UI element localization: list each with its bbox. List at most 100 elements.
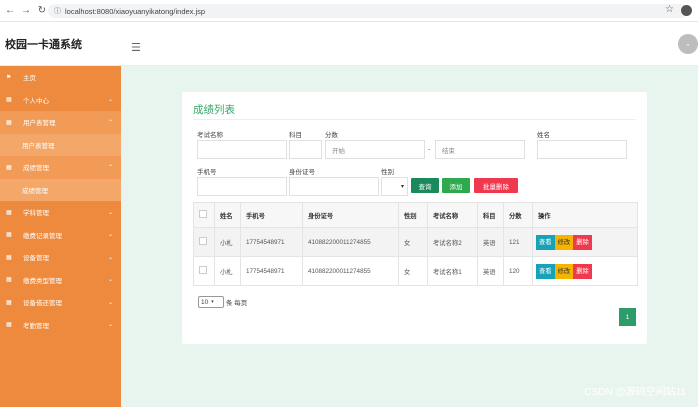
sidebar-item-users[interactable]: ▦ 用户表管理 ⌃ [0, 111, 121, 134]
row-select-cell[interactable] [193, 256, 215, 286]
sidebar-item-payments[interactable]: ▦ 缴费记录管理 ⌄ [0, 224, 121, 247]
cell-gender: 女 [398, 227, 428, 257]
chevron-down-icon: ▾ [211, 299, 214, 305]
score-list-card: 成绩列表 考试名称 科目 分数 开始 - 结束 姓名 手机号 身份证号 性别 ▾… [182, 92, 647, 344]
profile-icon[interactable] [681, 5, 692, 16]
sidebar-item-attendance[interactable]: ▦ 考勤管理 ⌄ [0, 314, 121, 337]
grid-icon: ▦ [6, 209, 12, 216]
sidebar-item-label: 缴费类型管理 [23, 277, 62, 285]
page-size-suffix: 条 每页 [226, 300, 248, 307]
flag-icon: ⚑ [6, 74, 12, 81]
sidebar-item-label: 设备管理 [23, 255, 49, 263]
table-row: 小札 17754548971 410882200011274855 女 考试名称… [193, 256, 638, 286]
title-divider [193, 119, 636, 120]
cell-gender: 女 [398, 256, 428, 286]
score-start-input[interactable]: 开始 [325, 140, 425, 159]
query-button[interactable]: 查询 [411, 178, 439, 193]
name-label: 姓名 [537, 132, 550, 139]
score-table: 姓名 手机号 身份证号 性别 考试名称 科目 分数 操作 小札 17754548… [193, 202, 638, 286]
cell-actions: 查看 修改 删除 [532, 256, 638, 286]
column-header: 姓名 [214, 202, 241, 228]
score-range-separator: - [428, 146, 431, 153]
sidebar-item-device-loans[interactable]: ▦ 设备借还管理 ⌄ [0, 291, 121, 314]
gender-select[interactable]: ▾ [381, 177, 408, 196]
phone-input[interactable] [197, 177, 287, 196]
column-header: 分数 [503, 202, 533, 228]
sidebar-subitem-users[interactable]: 用户表管理 [0, 133, 121, 156]
sidebar-item-personal[interactable]: ▦ 个人中心 ⌄ [0, 89, 121, 112]
subject-input[interactable] [289, 140, 322, 159]
row-select-cell[interactable] [193, 227, 215, 257]
page-button-current[interactable]: 1 [619, 308, 636, 326]
sidebar-item-payment-types[interactable]: ▦ 缴费类型管理 ⌄ [0, 269, 121, 292]
chevron-down-icon: ⌄ [107, 254, 113, 261]
cell-phone: 17754548971 [240, 227, 303, 257]
table-header-row: 姓名 手机号 身份证号 性别 考试名称 科目 分数 操作 [193, 202, 638, 228]
page-size-select[interactable]: 10 ▾ [198, 296, 224, 308]
main-content: 成绩列表 考试名称 科目 分数 开始 - 结束 姓名 手机号 身份证号 性别 ▾… [121, 66, 698, 407]
column-header: 科目 [477, 202, 504, 228]
forward-icon[interactable]: → [20, 5, 32, 17]
score-start-placeholder: 开始 [332, 147, 345, 155]
url-text: localhost:8080/xiaoyuanyikatong/index.js… [65, 6, 206, 16]
sidebar-item-label: 缴费记录管理 [23, 232, 62, 240]
cell-idcard: 410882200011274855 [302, 256, 399, 286]
column-header: 操作 [532, 202, 638, 228]
view-button[interactable]: 查看 [536, 234, 555, 250]
name-input[interactable] [537, 140, 627, 159]
back-icon[interactable]: ← [4, 5, 16, 17]
sidebar-item-label: 主页 [23, 75, 36, 83]
reload-icon[interactable]: ↻ [36, 5, 48, 17]
bookmark-star-icon[interactable]: ☆ [665, 4, 674, 15]
app-header: 校园一卡通系统 ☰ ▪▪ [0, 22, 698, 66]
view-button[interactable]: 查看 [536, 263, 555, 279]
cell-score: 121 [503, 227, 533, 257]
sidebar-subitem-scores[interactable]: 成绩管理 [0, 178, 121, 201]
sidebar-item-home[interactable]: ⚑ 主页 [0, 66, 121, 89]
menu-toggle-icon[interactable]: ☰ [131, 41, 141, 54]
edit-button[interactable]: 修改 [554, 234, 574, 250]
row-checkbox[interactable] [199, 266, 207, 274]
delete-button[interactable]: 删除 [573, 263, 592, 279]
sidebar-item-label: 用户表管理 [22, 142, 55, 150]
sidebar-item-label: 考勤管理 [23, 322, 49, 330]
cell-name: 小札 [214, 227, 241, 257]
edit-button[interactable]: 修改 [554, 263, 574, 279]
sidebar-item-scores[interactable]: ▦ 成绩管理 ⌃ [0, 156, 121, 179]
chevron-down-icon: ⌄ [107, 232, 113, 239]
score-end-input[interactable]: 结束 [435, 140, 525, 159]
column-header: 身份证号 [302, 202, 399, 228]
page-title: 成绩列表 [193, 104, 235, 116]
app-title: 校园一卡通系统 [5, 38, 82, 51]
grid-icon: ▦ [6, 232, 12, 239]
idcard-label: 身份证号 [289, 169, 315, 176]
sidebar-item-label: 成绩管理 [22, 187, 48, 195]
sidebar-item-label: 用户表管理 [23, 120, 56, 128]
phone-label: 手机号 [197, 169, 217, 176]
sidebar-item-label: 成绩管理 [23, 165, 49, 173]
address-bar[interactable]: ⓘ localhost:8080/xiaoyuanyikatong/index.… [48, 4, 688, 18]
select-all-checkbox[interactable] [199, 210, 207, 218]
row-checkbox[interactable] [199, 237, 207, 245]
batch-delete-button[interactable]: 批量删除 [474, 178, 518, 193]
add-button[interactable]: 添加 [442, 178, 470, 193]
sidebar-item-subjects[interactable]: ▦ 学科管理 ⌄ [0, 201, 121, 224]
select-all-cell[interactable] [193, 202, 215, 228]
cell-subject: 英语 [477, 256, 504, 286]
gender-label: 性别 [381, 169, 394, 176]
sidebar-item-label: 设备借还管理 [23, 300, 62, 308]
chevron-down-icon: ⌄ [107, 97, 113, 104]
column-header: 手机号 [240, 202, 303, 228]
cell-idcard: 410882200011274855 [302, 227, 399, 257]
chevron-up-icon: ⌃ [107, 119, 113, 126]
delete-button[interactable]: 删除 [573, 234, 592, 250]
sidebar-item-devices[interactable]: ▦ 设备管理 ⌄ [0, 246, 121, 269]
idcard-input[interactable] [289, 177, 379, 196]
grid-icon: ▦ [6, 254, 12, 261]
grid-icon: ▦ [6, 277, 12, 284]
exam-name-input[interactable] [197, 140, 287, 159]
cell-exam-name: 考试名称2 [427, 227, 478, 257]
sidebar: ⚑ 主页 ▦ 个人中心 ⌄ ▦ 用户表管理 ⌃ 用户表管理 ▦ 成绩管理 ⌃ 成… [0, 66, 121, 407]
avatar[interactable]: ▪▪ [678, 34, 698, 54]
table-row: 小札 17754548971 410882200011274855 女 考试名称… [193, 227, 638, 257]
